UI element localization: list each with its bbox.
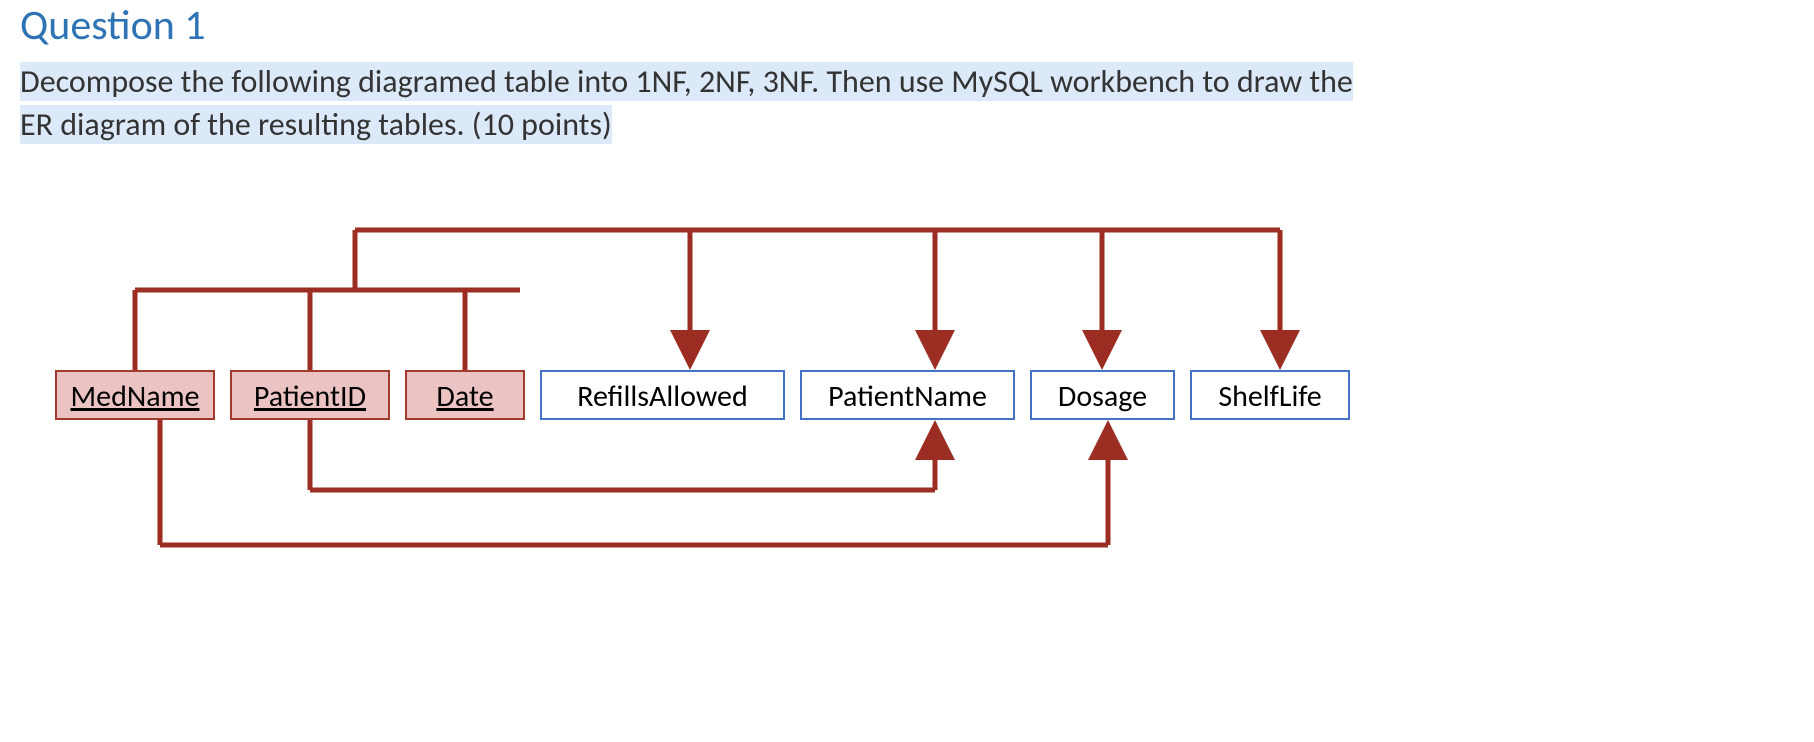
attr-shelflife: ShelfLife (1190, 370, 1350, 420)
key-medname: MedName (55, 370, 215, 420)
attr-refillsallowed: RefillsAllowed (540, 370, 785, 420)
key-patientid: PatientID (230, 370, 390, 420)
attr-patientname: PatientName (800, 370, 1015, 420)
attr-dosage: Dosage (1030, 370, 1175, 420)
key-date: Date (405, 370, 525, 420)
dependency-diagram: MedName PatientID Date RefillsAllowed Pa… (0, 0, 1814, 742)
